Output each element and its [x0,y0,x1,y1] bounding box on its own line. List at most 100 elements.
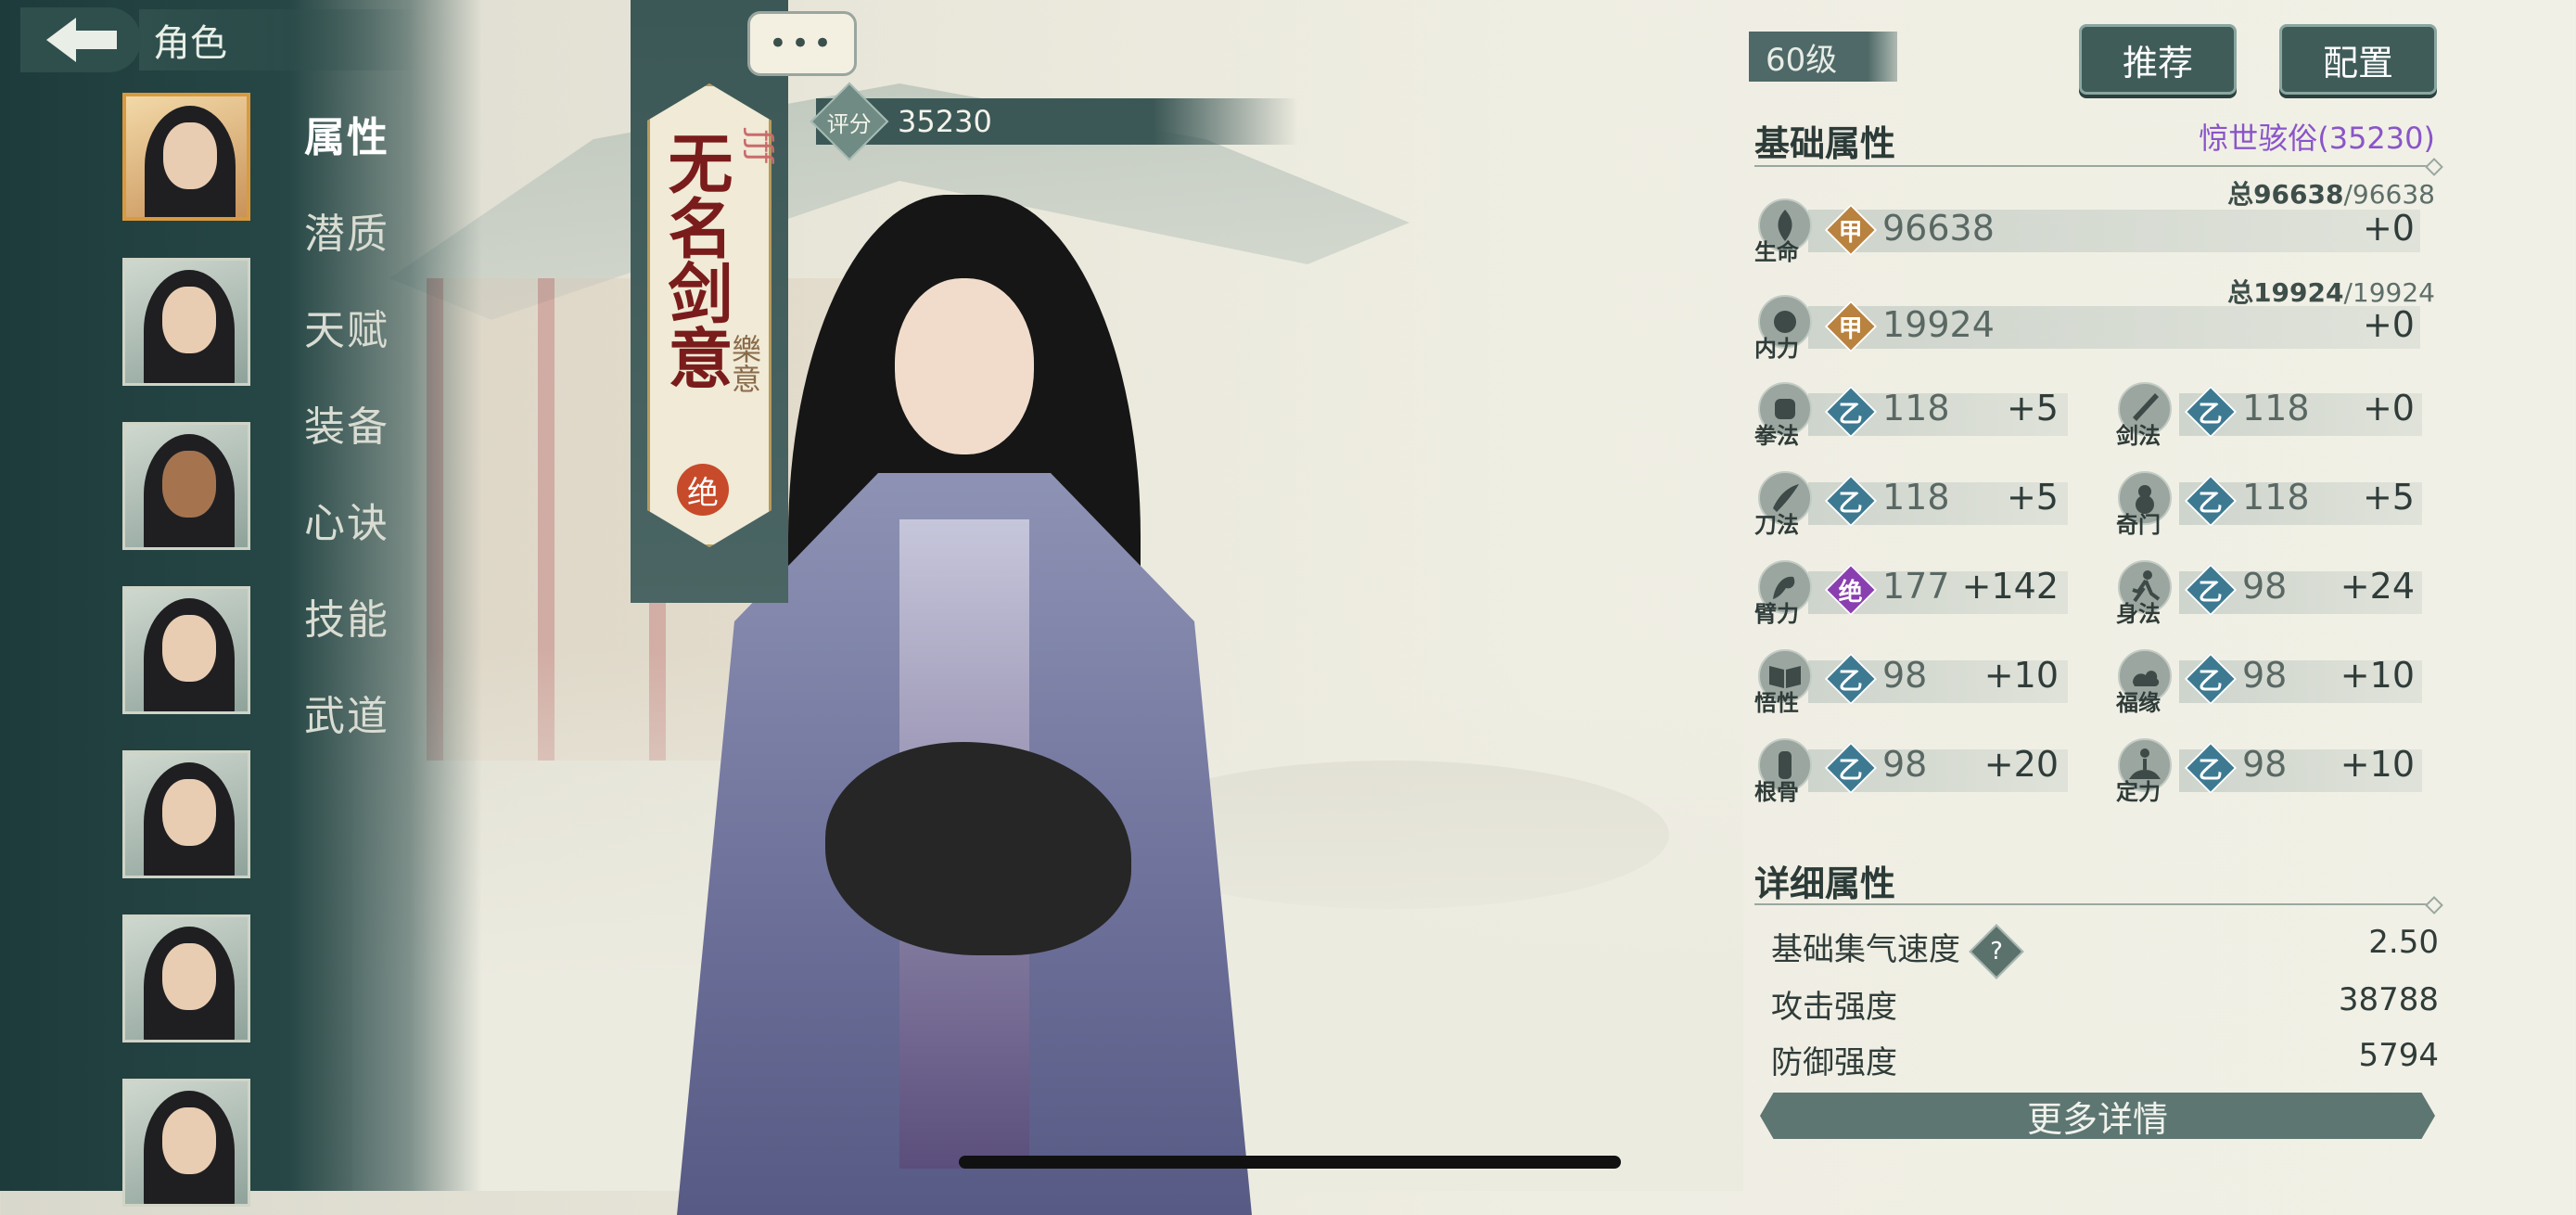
section-divider [1754,165,2435,167]
sword-marks-icon: ƒƒƒ [742,130,779,163]
life-bonus: +0 [2362,208,2415,249]
character-banner: 无名剑意 ƒƒƒ 樂意 绝 [631,0,788,603]
tab-potential[interactable]: 潜质 [304,200,389,260]
stat-bonus: +5 [2006,477,2059,518]
stat-label: 奇门 [2116,512,2161,538]
stat-bonus: +10 [2340,744,2415,785]
character-portrait[interactable] [122,422,250,550]
tab-attributes[interactable]: 属性 [304,104,389,163]
tab-talent[interactable]: 天赋 [304,297,389,356]
character-portrait[interactable] [122,914,250,1042]
help-icon[interactable]: ? [1969,923,2024,979]
character-portrait[interactable] [122,1079,250,1207]
portrait-face [163,122,217,189]
stat-value: 177 [1882,566,1950,607]
stat-label: 剑法 [2116,423,2161,449]
back-arrow-icon [46,18,117,62]
detail-label: 防御强度 [1771,1044,1897,1081]
portrait-face [162,779,216,846]
detail-label: 基础集气速度 [1771,931,1960,968]
detail-value: 5794 [2358,1037,2439,1074]
stat-grade: 乙 [1838,667,1864,696]
score-bar: 评分 35230 [810,82,1298,161]
character-portrait-selected[interactable] [122,93,250,221]
detail-row-attack: 攻击强度 38788 [1771,981,2439,1027]
stat-value: 118 [1882,477,1950,518]
stat-bonus: +5 [2362,477,2415,518]
stat-grade: 乙 [2198,400,2224,428]
portrait-face [162,943,216,1010]
stat-bonus: +20 [1983,744,2059,785]
neili-bonus: +0 [2362,304,2415,345]
stat-grade: 乙 [1838,400,1864,428]
stat-value: 98 [1882,655,1928,696]
character-portrait[interactable] [122,750,250,878]
stat-grade: 乙 [1838,756,1864,785]
detail-label: 攻击强度 [1771,989,1897,1026]
stat-grade: 乙 [2198,667,2224,696]
stat-grade: 乙 [1838,489,1864,518]
more-details-button[interactable]: 更多详情 [1760,1093,2435,1139]
tab-skills[interactable]: 技能 [304,586,389,646]
stat-value: 98 [2242,655,2288,696]
character-portrait[interactable] [122,586,250,714]
stat-value: 118 [1882,388,1950,428]
level-badge: 60级 [1749,32,1897,82]
rating-link[interactable]: 惊世骇俗(35230) [2199,115,2435,158]
life-label: 生命 [1754,239,1799,265]
character-portrait[interactable] [122,258,250,386]
portrait-face [162,1107,216,1174]
stat-label: 身法 [2116,601,2161,627]
character-subtitle: 樂意 [727,334,762,393]
stat-value: 118 [2242,477,2310,518]
life-total: 总96638/96638 [2227,174,2435,211]
config-button[interactable]: 配置 [2279,24,2437,95]
stat-value: 98 [2242,566,2288,607]
stat-label: 刀法 [1754,512,1799,538]
stat-grade: 绝 [1838,578,1864,607]
life-grade: 甲 [1838,218,1864,247]
rarity-badge: 绝 [677,464,729,516]
stat-value: 98 [2242,744,2288,785]
basic-attributes-title: 基础属性 [1754,123,1896,164]
stat-value: 118 [2242,388,2310,428]
life-value: 96638 [1882,208,1995,249]
detail-value: 2.50 [2368,924,2439,961]
stat-value: 98 [1882,744,1928,785]
back-button[interactable] [20,7,141,72]
stat-bonus: +10 [2340,655,2415,696]
score-label: 评分 [827,110,872,137]
stat-bonus: +24 [2340,566,2415,607]
stat-label: 福缘 [2116,690,2161,716]
tab-mind-art[interactable]: 心诀 [304,490,389,549]
chat-bubble-button[interactable]: ••• [747,11,857,76]
portrait-face [162,287,216,353]
page-title: 角色 [153,22,227,65]
section-divider [1754,903,2435,905]
stat-bonus: +142 [1961,566,2059,607]
left-panel: 角色 属性 潜质 天赋 装备 心诀 技能 武道 [0,0,482,1207]
stat-label: 定力 [2116,779,2161,805]
life-total-max: /96638 [2343,179,2435,210]
portrait-face [162,451,216,518]
tab-equipment[interactable]: 装备 [304,393,389,453]
tab-martial-path[interactable]: 武道 [304,683,389,742]
detail-row-defense: 防御强度 5794 [1771,1037,2439,1082]
stat-label: 悟性 [1754,690,1799,716]
stat-bonus: +5 [2006,388,2059,428]
recommend-button[interactable]: 推荐 [2079,24,2237,95]
attributes-panel: 60级 推荐 配置 基础属性 惊世骇俗(35230) 总96638/96638 … [1743,0,2576,1191]
neili-label: 内力 [1754,336,1799,362]
neili-value: 19924 [1882,304,1995,345]
life-total-value: 总96638 [2227,179,2344,210]
detail-value: 38788 [2338,981,2439,1018]
stat-bonus: +10 [1983,655,2059,696]
stat-label: 拳法 [1754,423,1799,449]
stat-label: 臂力 [1754,601,1799,627]
detail-row-charge-speed: 基础集气速度? 2.50 [1771,923,2439,979]
home-indicator[interactable] [959,1156,1621,1169]
stat-grade: 乙 [2198,578,2224,607]
detail-attributes-title: 详细属性 [1754,863,1896,904]
stat-label: 根骨 [1754,779,1799,805]
portrait-face [162,615,216,682]
